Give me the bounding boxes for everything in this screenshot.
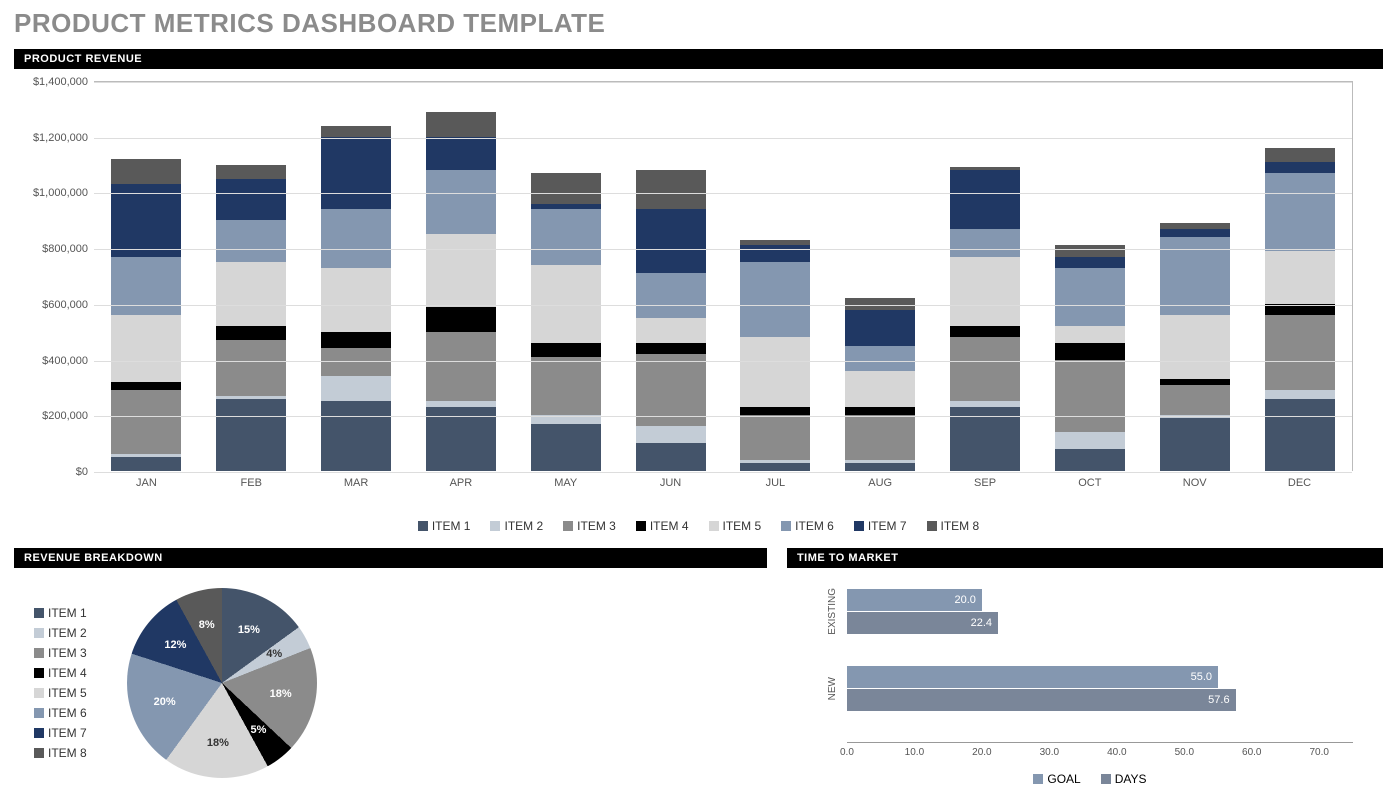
legend-item: ITEM 1 xyxy=(34,606,87,620)
section-header-breakdown: REVENUE BREAKDOWN xyxy=(14,548,767,568)
pie-slice-label: 12% xyxy=(164,639,186,651)
x-tick: JUL xyxy=(740,471,810,489)
y-tick: $800,000 xyxy=(42,243,94,255)
y-tick: $1,200,000 xyxy=(33,132,94,144)
bar-feb: FEB xyxy=(216,165,286,471)
pie-slice-label: 8% xyxy=(199,619,215,631)
product-revenue-chart: JAN FEB MAR APR MAY JUN JUL AUG SEP OCT NOV DEC $0 $… xyxy=(14,69,1383,489)
bar-nov: NOV xyxy=(1160,223,1230,471)
x-tick: OCT xyxy=(1055,471,1125,489)
y-tick: $1,000,000 xyxy=(33,187,94,199)
legend-item: ITEM 5 xyxy=(34,686,87,700)
x-tick: 20.0 xyxy=(972,747,991,758)
x-tick: DEC xyxy=(1265,471,1335,489)
pie-slice-label: 15% xyxy=(238,624,260,636)
pie-slice-label: 5% xyxy=(250,724,266,736)
x-tick: JAN xyxy=(111,471,181,489)
x-tick: 60.0 xyxy=(1242,747,1261,758)
x-tick: 50.0 xyxy=(1175,747,1194,758)
ttm-category-new: NEW55.057.6 xyxy=(827,665,1353,712)
legend-item: ITEM 7 xyxy=(34,726,87,740)
bar-dec: DEC xyxy=(1265,148,1335,471)
breakdown-legend: ITEM 1 ITEM 2 ITEM 3 ITEM 4 ITEM 5 ITEM 6 ITEM… xyxy=(34,600,87,766)
legend-item: ITEM 2 xyxy=(490,519,543,533)
legend-item: ITEM 3 xyxy=(563,519,616,533)
bar-jan: JAN xyxy=(111,159,181,471)
section-header-revenue: PRODUCT REVENUE xyxy=(14,49,1383,69)
bar-jun: JUN xyxy=(636,170,706,471)
x-tick: MAY xyxy=(531,471,601,489)
legend-item: ITEM 4 xyxy=(636,519,689,533)
x-tick: SEP xyxy=(950,471,1020,489)
y-tick: $0 xyxy=(76,466,94,478)
x-tick: 30.0 xyxy=(1040,747,1059,758)
ttm-category-existing: EXISTING20.022.4 xyxy=(827,588,1353,635)
x-tick: AUG xyxy=(845,471,915,489)
legend-item: ITEM 6 xyxy=(34,706,87,720)
legend-item: ITEM 5 xyxy=(709,519,762,533)
legend-item: ITEM 7 xyxy=(854,519,907,533)
legend-item: DAYS xyxy=(1101,772,1147,786)
pie-slice-label: 20% xyxy=(154,696,176,708)
legend-item: ITEM 8 xyxy=(34,746,87,760)
bar-sep: SEP xyxy=(950,167,1020,471)
y-tick: $400,000 xyxy=(42,355,94,367)
pie-slice-label: 4% xyxy=(266,648,282,660)
page-title: PRODUCT METRICS DASHBOARD TEMPLATE xyxy=(14,8,1383,39)
x-tick: JUN xyxy=(636,471,706,489)
y-tick: $1,400,000 xyxy=(33,76,94,88)
x-tick: 70.0 xyxy=(1310,747,1329,758)
revenue-breakdown-chart: ITEM 1 ITEM 2 ITEM 3 ITEM 4 ITEM 5 ITEM 6 ITEM… xyxy=(14,568,767,778)
bar-jul: JUL xyxy=(740,240,810,471)
x-tick: 10.0 xyxy=(905,747,924,758)
x-tick: FEB xyxy=(216,471,286,489)
legend-item: ITEM 4 xyxy=(34,666,87,680)
section-header-ttm: TIME TO MARKET xyxy=(787,548,1383,568)
bar-mar: MAR xyxy=(321,126,391,471)
revenue-legend: ITEM 1 ITEM 2 ITEM 3 ITEM 4 ITEM 5 ITEM 6 ITEM… xyxy=(14,489,1383,544)
y-tick: $600,000 xyxy=(42,299,94,311)
pie-slice-label: 18% xyxy=(270,688,292,700)
legend-item: ITEM 2 xyxy=(34,626,87,640)
bar-aug: AUG xyxy=(845,298,915,471)
legend-item: ITEM 6 xyxy=(781,519,834,533)
pie-slice-label: 18% xyxy=(207,737,229,749)
legend-item: ITEM 1 xyxy=(418,519,471,533)
legend-item: ITEM 3 xyxy=(34,646,87,660)
bar-may: MAY xyxy=(531,173,601,471)
legend-item: ITEM 8 xyxy=(927,519,980,533)
x-tick: 0.0 xyxy=(840,747,854,758)
x-tick: 40.0 xyxy=(1107,747,1126,758)
bar-oct: OCT xyxy=(1055,245,1125,471)
x-tick: NOV xyxy=(1160,471,1230,489)
y-tick: $200,000 xyxy=(42,410,94,422)
x-tick: APR xyxy=(426,471,496,489)
ttm-legend: GOAL DAYS xyxy=(827,760,1353,787)
x-tick: MAR xyxy=(321,471,391,489)
time-to-market-chart: EXISTING20.022.4 NEW55.057.6 0.0 10.0 20.0 3… xyxy=(787,568,1383,787)
legend-item: GOAL xyxy=(1033,772,1080,786)
